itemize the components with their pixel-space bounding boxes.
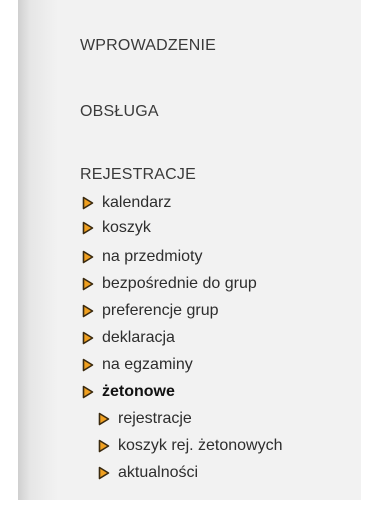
menu-item-na-przedmioty[interactable]: na przedmioty — [82, 248, 203, 266]
menu-item-deklaracja[interactable]: deklaracja — [82, 329, 175, 347]
menu-item-zetonowe[interactable]: żetonowe — [82, 383, 175, 401]
menu-item-label: na przedmioty — [102, 248, 203, 265]
menu-section-wprowadzenie[interactable]: WPROWADZENIE — [80, 37, 216, 55]
play-arrow-icon — [98, 439, 110, 453]
play-arrow-icon — [82, 385, 94, 399]
menu-item-preferencje-grup[interactable]: preferencje grup — [82, 302, 219, 320]
page: WPROWADZENIE OBSŁUGA REJESTRACJE kalenda… — [0, 0, 379, 508]
play-arrow-icon — [82, 221, 94, 235]
menu-subitem-aktualnosci[interactable]: aktualności — [98, 464, 198, 482]
menu-item-label: aktualności — [118, 464, 199, 481]
menu-item-label: na egzaminy — [102, 356, 193, 373]
menu-section-rejestracje[interactable]: REJESTRACJE — [80, 166, 196, 184]
menu-item-bezposrednie-do-grup[interactable]: bezpośrednie do grup — [82, 275, 257, 293]
menu-item-label: kalendarz — [102, 194, 172, 211]
play-arrow-icon — [82, 304, 94, 318]
play-arrow-icon — [82, 250, 94, 264]
menu-item-label: preferencje grup — [102, 302, 219, 319]
play-arrow-icon — [98, 412, 110, 426]
menu-item-label: żetonowe — [102, 383, 175, 400]
menu-item-kalendarz[interactable]: kalendarz — [82, 194, 171, 212]
left-margin — [0, 0, 18, 508]
play-arrow-icon — [98, 466, 110, 480]
play-arrow-icon — [82, 277, 94, 291]
play-arrow-icon — [82, 358, 94, 372]
side-menu-panel: WPROWADZENIE OBSŁUGA REJESTRACJE kalenda… — [18, 0, 361, 500]
play-arrow-icon — [82, 196, 94, 210]
menu-item-label: rejestracje — [118, 410, 192, 427]
menu-item-label: koszyk — [102, 219, 151, 236]
menu-subitem-rejestracje[interactable]: rejestracje — [98, 410, 192, 428]
menu-item-na-egzaminy[interactable]: na egzaminy — [82, 356, 193, 374]
menu-item-label: deklaracja — [102, 329, 175, 346]
menu-item-koszyk[interactable]: koszyk — [82, 219, 151, 237]
menu-item-label: koszyk rej. żetonowych — [118, 437, 283, 454]
play-arrow-icon — [82, 331, 94, 345]
menu-item-label: bezpośrednie do grup — [102, 275, 257, 292]
menu-subitem-koszyk-rej-zetonowych[interactable]: koszyk rej. żetonowych — [98, 437, 283, 455]
menu-section-obsluga[interactable]: OBSŁUGA — [80, 103, 159, 121]
